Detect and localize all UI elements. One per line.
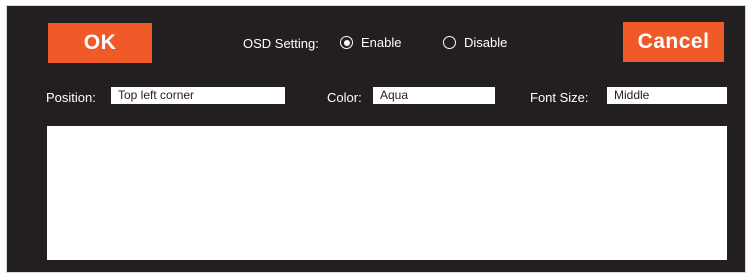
osd-preview-area [47, 126, 727, 260]
enable-label: Enable [361, 35, 402, 50]
radio-dot [343, 39, 350, 46]
color-label: Color: [327, 90, 362, 105]
radio-selected-icon [340, 36, 353, 49]
disable-label: Disable [464, 35, 508, 50]
position-label: Position: [46, 90, 96, 105]
radio-unselected-icon [443, 36, 456, 49]
disable-radio[interactable]: Disable [443, 35, 507, 50]
font-size-label: Font Size: [530, 90, 589, 105]
ok-button[interactable]: OK [48, 23, 152, 63]
osd-setting-label: OSD Setting: [243, 36, 319, 51]
color-select[interactable]: Aqua [373, 87, 495, 104]
position-select[interactable]: Top left corner [111, 87, 285, 104]
cancel-button[interactable]: Cancel [623, 22, 724, 62]
enable-radio[interactable]: Enable [340, 35, 401, 50]
font-size-select[interactable]: Middle [607, 87, 727, 104]
osd-settings-panel: OK OSD Setting: Enable Disable Cancel Po… [6, 5, 746, 273]
